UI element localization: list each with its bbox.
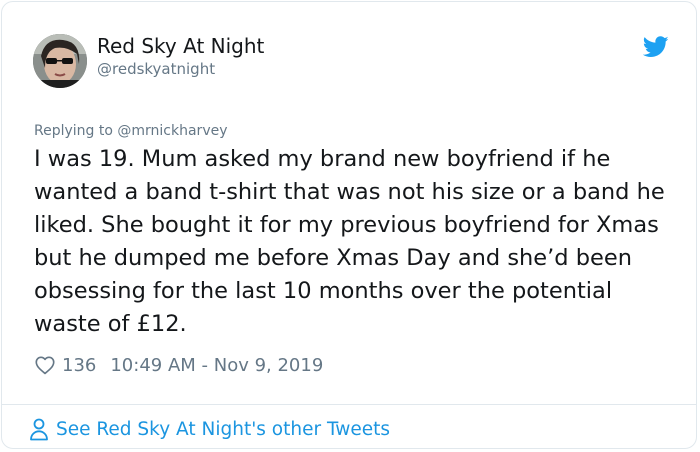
person-outline-icon — [30, 418, 48, 441]
avatar[interactable] — [33, 34, 87, 88]
replying-to-label: Replying to — [34, 123, 118, 139]
reply-mention-link[interactable]: @mrnickharvey — [117, 123, 227, 139]
author-handle[interactable]: @redskyatnight — [97, 60, 215, 78]
twitter-bird-icon[interactable] — [643, 36, 669, 58]
other-tweets-label[interactable]: See Red Sky At Night's other Tweets — [56, 419, 390, 440]
tweet-meta: 136 10:49 AM - Nov 9, 2019 — [34, 352, 323, 378]
replying-to: Replying to @mrnickharvey — [34, 123, 228, 139]
footer-divider — [2, 404, 696, 405]
author-name[interactable]: Red Sky At Night — [97, 34, 264, 58]
other-tweets-link[interactable]: See Red Sky At Night's other Tweets — [28, 415, 390, 443]
avatar-photo — [33, 34, 87, 88]
heart-outline-icon[interactable] — [34, 354, 56, 376]
like-count[interactable]: 136 — [62, 355, 96, 376]
tweet-card: Red Sky At Night @redskyatnight Replying… — [1, 1, 697, 449]
tweet-timestamp[interactable]: 10:49 AM - Nov 9, 2019 — [110, 355, 323, 376]
tweet-text: I was 19. Mum asked my brand new boyfrie… — [34, 146, 665, 337]
